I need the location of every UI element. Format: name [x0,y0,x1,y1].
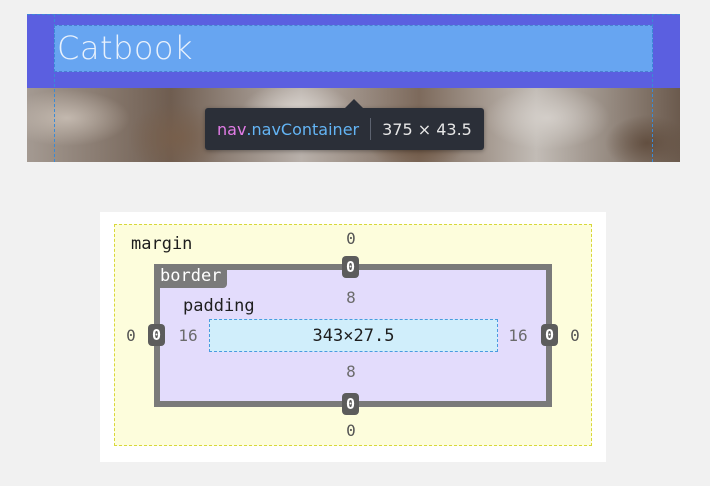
tooltip-class: .navContainer [246,119,360,139]
border-right-value[interactable]: 0 [541,324,558,346]
guide-line-top [27,14,680,15]
margin-bottom-value[interactable]: 0 [342,421,360,441]
tooltip-separator [370,118,372,140]
margin-right-value[interactable]: 0 [566,326,584,346]
margin-left-value[interactable]: 0 [122,326,140,346]
padding-top-value[interactable]: 8 [342,288,360,308]
padding-right-value[interactable]: 16 [505,326,531,346]
tooltip-size: 375 × 43.5 [382,119,472,139]
box-model-panel: 343×27.5 margin border padding 0 0 0 0 0… [100,212,606,462]
element-tooltip: nav .navContainer 375 × 43.5 [205,99,484,150]
border-top-value[interactable]: 0 [342,256,359,278]
nav-container-highlight[interactable]: Catbook [27,14,680,88]
border-label: border [154,264,228,288]
nav-title[interactable]: Catbook [57,28,193,68]
content-size: 343×27.5 [312,325,395,346]
content-box[interactable]: 343×27.5 [209,319,498,352]
nav-content-highlight[interactable]: Catbook [54,25,653,72]
padding-bottom-value[interactable]: 8 [342,362,360,382]
margin-label: margin [131,234,193,254]
padding-label: padding [183,296,255,316]
margin-top-value[interactable]: 0 [342,229,360,249]
border-bottom-value[interactable]: 0 [342,393,359,415]
padding-left-value[interactable]: 16 [175,326,201,346]
tooltip-tag: nav [217,119,247,139]
border-left-value[interactable]: 0 [148,324,165,346]
guide-line-right [652,14,653,162]
guide-line-left [54,14,55,162]
